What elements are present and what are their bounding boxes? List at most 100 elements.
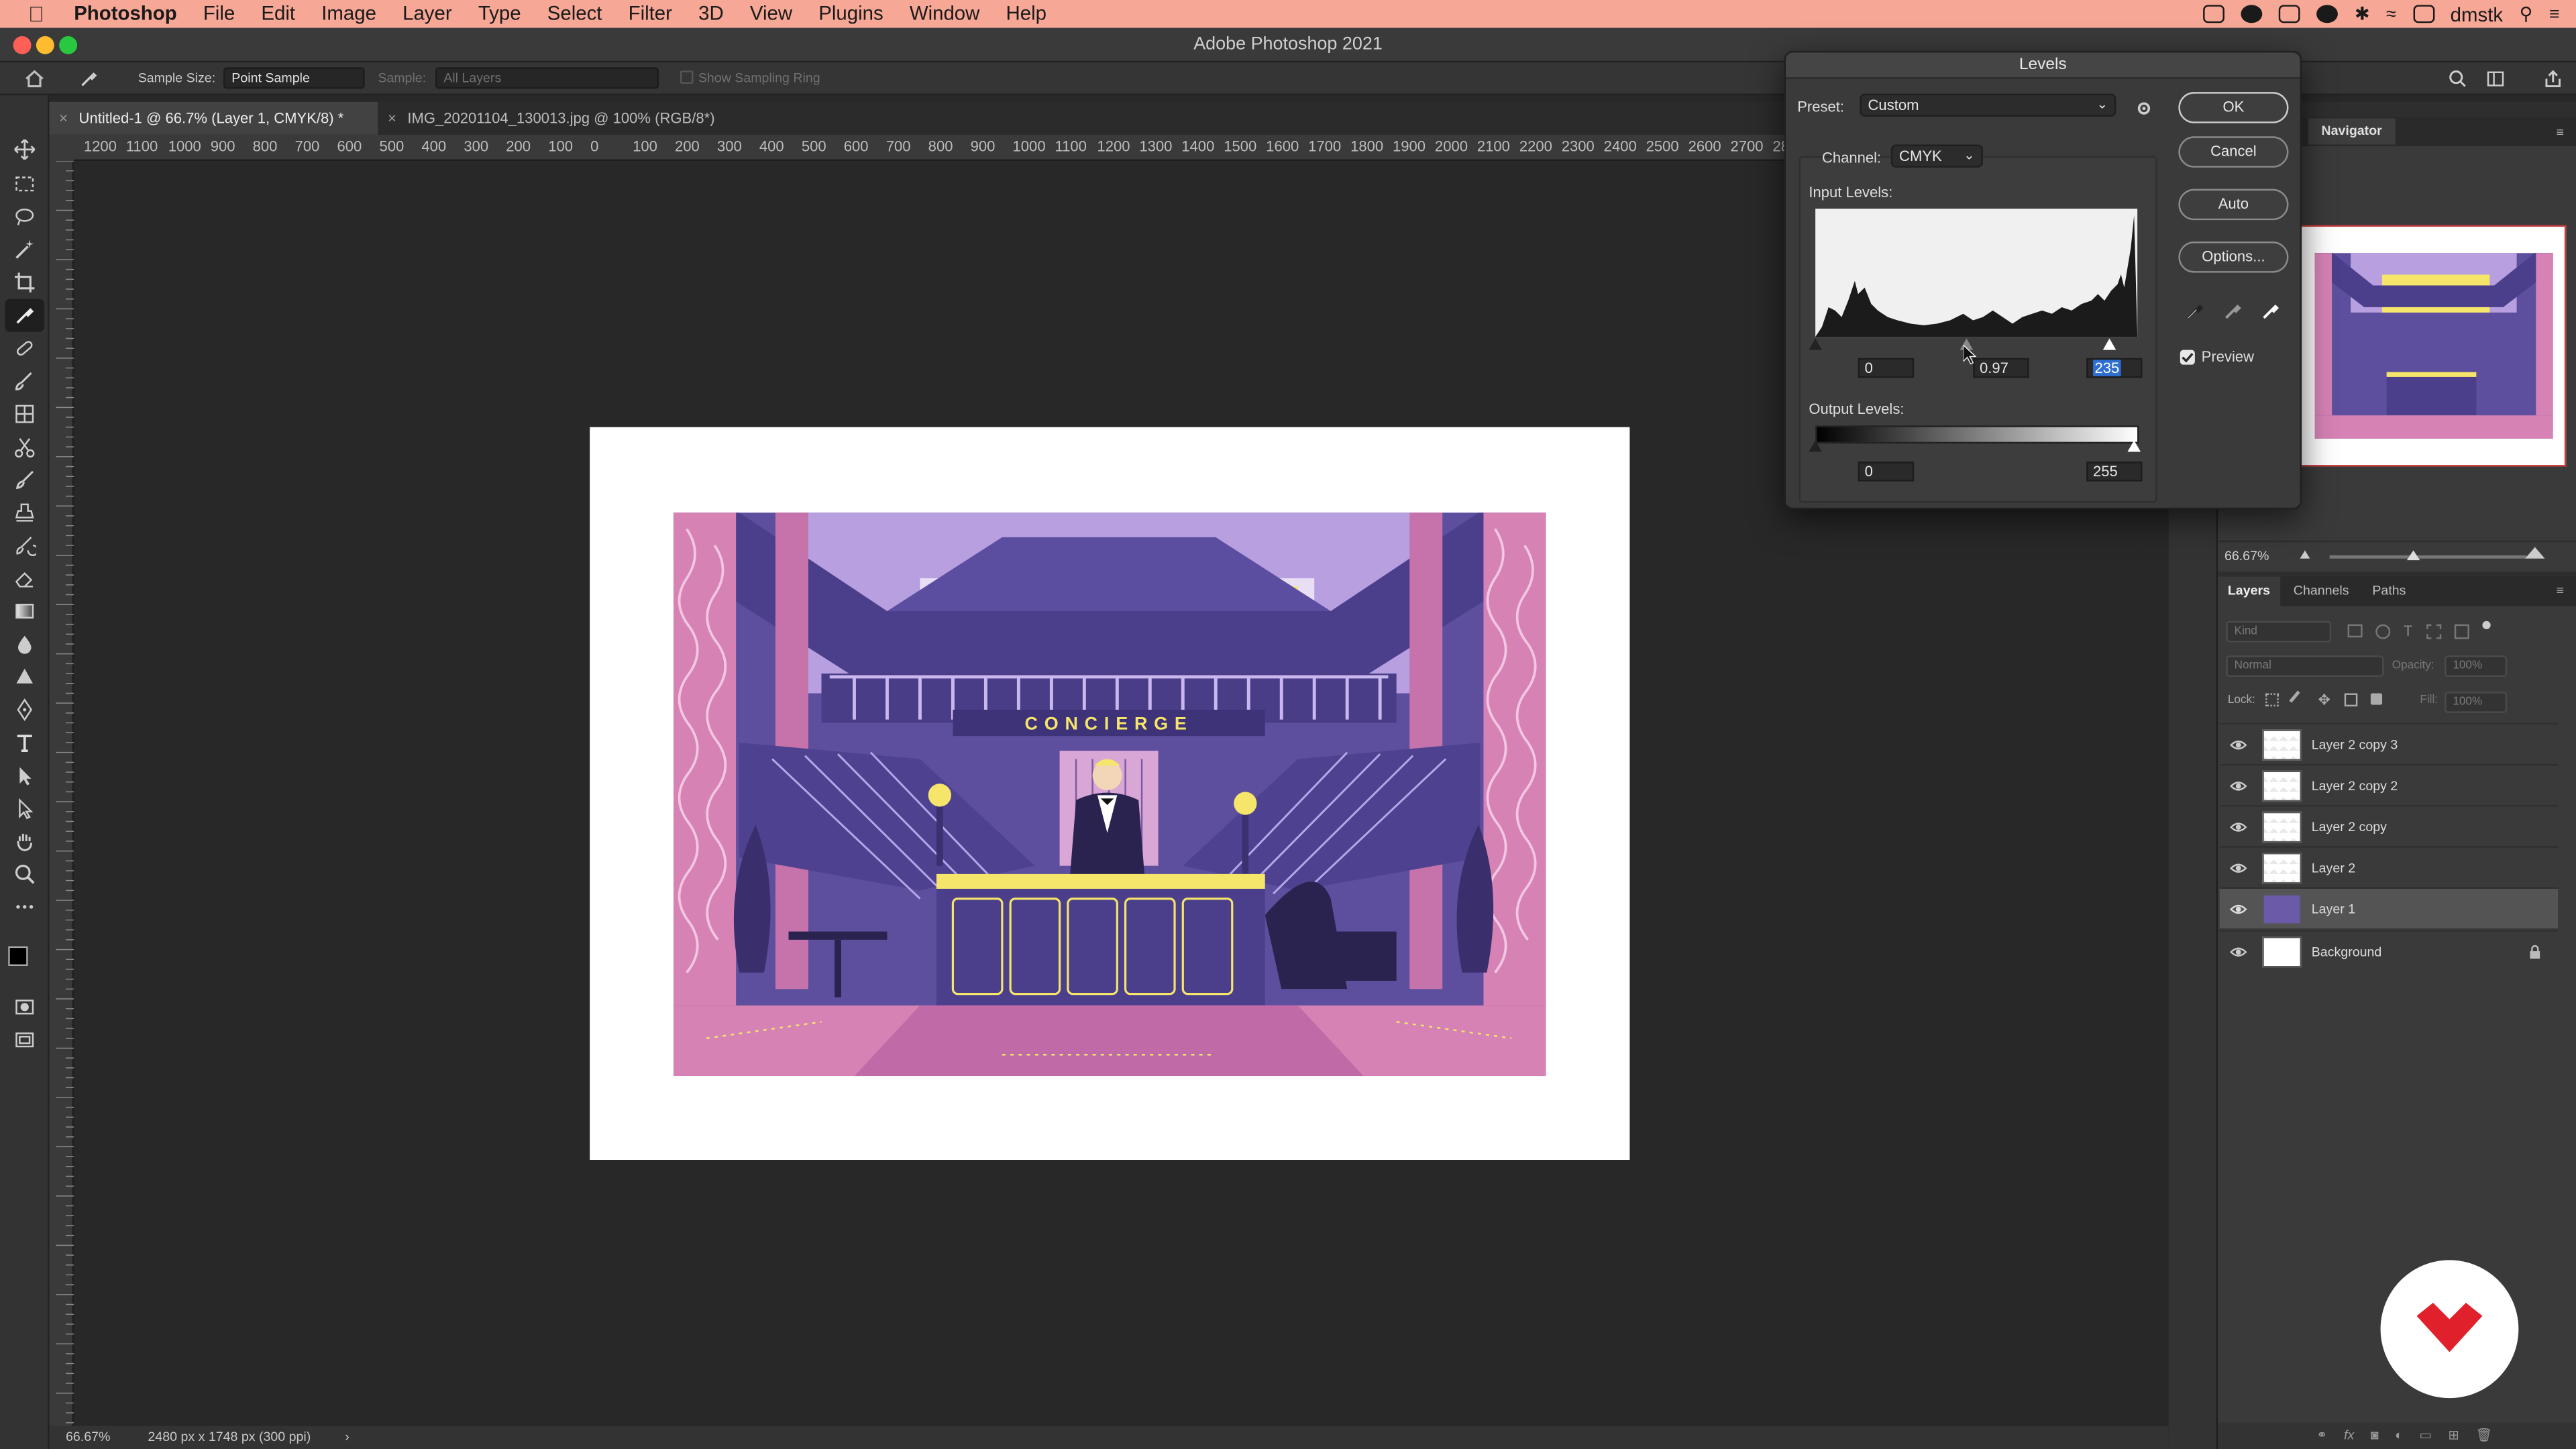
tab-channels[interactable]: Channels — [2284, 577, 2359, 606]
output-white-point-handle[interactable] — [2127, 440, 2141, 452]
zoom-tool-icon[interactable] — [13, 863, 36, 885]
menu-plugins[interactable]: Plugins — [806, 0, 897, 28]
visibility-eye-icon[interactable] — [2229, 900, 2247, 918]
output-black-field[interactable]: 0 — [1858, 462, 1915, 482]
sync-icon[interactable] — [2316, 5, 2339, 23]
preset-select[interactable]: Custom ⌄ — [1860, 93, 2116, 117]
visibility-eye-icon[interactable] — [2229, 777, 2247, 795]
wifi-icon[interactable]: ≈ — [2386, 4, 2396, 23]
visibility-eye-icon[interactable] — [2229, 736, 2247, 754]
tab-untitled-1[interactable]: × Untitled-1 @ 66.7% (Layer 1, CMYK/8) * — [49, 101, 378, 135]
add-mask-icon[interactable]: ◙ — [2371, 1428, 2379, 1442]
zoom-out-icon[interactable] — [2300, 549, 2310, 559]
blend-mode-select[interactable]: Normal — [2226, 655, 2384, 677]
input-gamma-field[interactable]: 0.97 — [1973, 358, 2029, 378]
clone-stamp-tool-icon[interactable] — [13, 501, 36, 524]
new-layer-icon[interactable]: ⊞ — [2448, 1428, 2459, 1442]
move-tool-icon[interactable] — [13, 138, 36, 161]
layer-row[interactable]: Layer 2 — [2219, 846, 2559, 887]
navigator-zoom-slider[interactable] — [2329, 555, 2527, 559]
status-chevron-right-icon[interactable]: › — [345, 1426, 350, 1449]
control-center-icon[interactable]: ≡ — [2549, 4, 2560, 23]
more-tools-icon[interactable] — [13, 896, 36, 918]
layer-row[interactable]: Layer 2 copy 2 — [2219, 763, 2559, 805]
bluetooth-icon[interactable]: ✱ — [2355, 3, 2370, 25]
zoom-in-icon[interactable] — [2525, 547, 2545, 559]
input-black-field[interactable]: 0 — [1858, 358, 1915, 378]
navigator-preview[interactable] — [2300, 225, 2567, 467]
lasso-tool-icon[interactable] — [13, 205, 36, 228]
tab-navigator[interactable]: Navigator — [2308, 118, 2396, 145]
status-zoom[interactable]: 66.67% — [66, 1426, 110, 1449]
tab-paths[interactable]: Paths — [2363, 577, 2416, 606]
eyedropper-tool-icon[interactable] — [13, 304, 36, 327]
quick-mask-icon[interactable] — [13, 996, 36, 1018]
input-black-point-handle[interactable] — [1809, 338, 1822, 350]
hand-tool-icon[interactable] — [13, 830, 36, 853]
vertical-ruler[interactable] — [49, 160, 74, 1430]
visibility-eye-icon[interactable] — [2229, 818, 2247, 837]
eyedropper-tool-preset-icon[interactable] — [77, 67, 100, 90]
white-point-eyedropper-icon[interactable] — [2261, 301, 2280, 320]
new-group-icon[interactable]: ▭ — [2419, 1428, 2432, 1442]
zoom-window-button[interactable] — [59, 36, 78, 54]
brush-tool-icon[interactable] — [13, 370, 36, 392]
lock-all-icon[interactable] — [2369, 693, 2381, 705]
tab-layers[interactable]: Layers — [2218, 576, 2280, 606]
menu-image[interactable]: Image — [309, 0, 390, 28]
visibility-eye-icon[interactable] — [2229, 943, 2247, 961]
blur-tool-icon[interactable] — [13, 633, 36, 655]
type-tool-icon[interactable] — [13, 731, 36, 754]
layer-row-selected[interactable]: Layer 1 — [2219, 887, 2559, 928]
channel-select[interactable]: CMYK ⌄ — [1890, 144, 1983, 168]
apple-icon[interactable]:  — [25, 1, 48, 25]
gray-point-eyedropper-icon[interactable] — [2222, 301, 2242, 320]
sampling-ring-checkbox[interactable] — [680, 70, 694, 84]
crop-tool-icon[interactable] — [13, 271, 36, 294]
spotlight-search-icon[interactable]: ⚲ — [2520, 3, 2533, 25]
opacity-field[interactable]: 100% — [2445, 655, 2508, 677]
input-white-field[interactable]: 235 — [2086, 358, 2143, 378]
auto-button[interactable]: Auto — [2178, 189, 2289, 221]
preview-checkbox[interactable] — [2180, 350, 2195, 365]
preset-options-gear-icon[interactable] — [2134, 99, 2153, 118]
input-white-point-handle[interactable] — [2102, 338, 2116, 350]
output-white-field[interactable]: 255 — [2086, 462, 2143, 482]
output-black-point-handle[interactable] — [1809, 440, 1822, 452]
fill-field[interactable]: 100% — [2445, 692, 2508, 713]
gradient-tool-icon[interactable] — [13, 600, 36, 623]
layer-row[interactable]: Background — [2219, 930, 2559, 971]
panel-menu-icon[interactable]: ≡ — [2557, 125, 2564, 140]
sample-select[interactable]: All Layers — [435, 67, 659, 89]
sample-size-select[interactable]: Point Sample — [223, 67, 365, 89]
screen-icon[interactable] — [2203, 5, 2225, 23]
frame-tool-icon[interactable] — [13, 402, 36, 425]
menu-3d[interactable]: 3D — [686, 0, 737, 28]
magic-wand-tool-icon[interactable] — [13, 238, 36, 261]
layer-row[interactable]: Layer 2 copy 3 — [2219, 722, 2559, 764]
layer-row[interactable]: Layer 2 copy — [2219, 805, 2559, 846]
filter-type-icon[interactable]: T — [2404, 623, 2412, 641]
healing-brush-tool-icon[interactable] — [13, 337, 36, 360]
delete-layer-icon[interactable]: 🗑 — [2475, 1428, 2492, 1442]
menu-select[interactable]: Select — [534, 0, 615, 28]
ok-button[interactable]: OK — [2178, 92, 2289, 123]
options-button[interactable]: Options... — [2178, 241, 2289, 273]
paint-brush-tool-icon[interactable] — [13, 468, 36, 491]
eraser-tool-icon[interactable] — [13, 567, 36, 590]
filter-smart-object-icon[interactable] — [2453, 624, 2469, 639]
foreground-color-swatch[interactable] — [8, 946, 28, 967]
marquee-tool-icon[interactable] — [13, 172, 36, 195]
menu-layer[interactable]: Layer — [390, 0, 466, 28]
scissors-tool-icon[interactable] — [13, 435, 36, 458]
lock-pixels-icon[interactable] — [2289, 690, 2308, 710]
concierge-artwork[interactable]: CONCIERGE — [674, 513, 1546, 1077]
pen-tool-icon[interactable] — [13, 698, 36, 721]
close-tab-icon[interactable]: × — [59, 102, 68, 135]
menu-file[interactable]: File — [190, 0, 248, 28]
menu-view[interactable]: View — [737, 0, 805, 28]
tab-img-20201104[interactable]: × IMG_20201104_130013.jpg @ 100% (RGB/8*… — [378, 102, 739, 135]
menu-window[interactable]: Window — [896, 0, 993, 28]
navigator-zoom-handle[interactable] — [2406, 550, 2420, 561]
history-brush-tool-icon[interactable] — [13, 534, 36, 557]
